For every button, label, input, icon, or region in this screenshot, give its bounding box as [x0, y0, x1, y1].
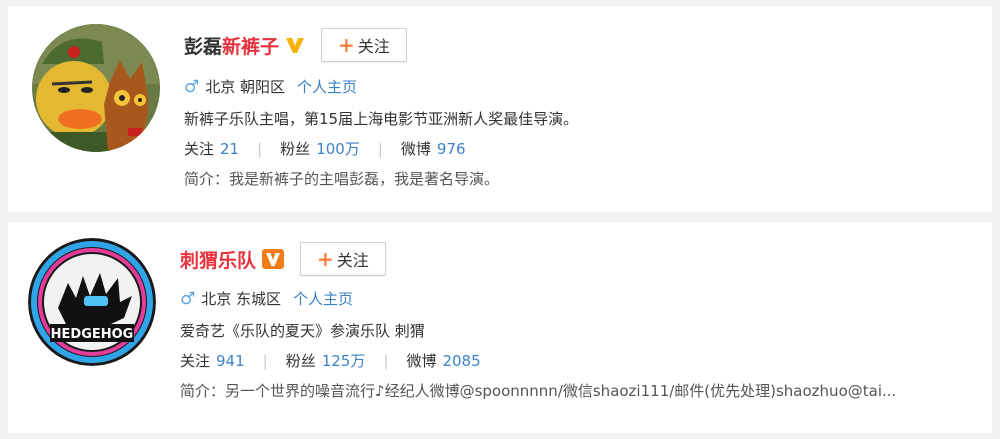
name-part-red: 刺猬乐队 — [180, 249, 257, 272]
homepage-link[interactable]: 个人主页 — [297, 76, 357, 97]
divider: | — [377, 140, 383, 158]
homepage-link[interactable]: 个人主页 — [293, 288, 353, 309]
male-icon: ♂ — [184, 76, 200, 97]
bio-label: 简介： — [180, 382, 226, 400]
male-icon: ♂ — [180, 288, 196, 309]
location: 北京 朝阳区 — [205, 78, 286, 96]
fans-label: 粉丝 — [280, 140, 311, 158]
weibo-label: 微博 — [400, 140, 431, 158]
weibo-count[interactable]: 2085 — [442, 352, 480, 370]
avatar-logo-text: HEDGEHOG — [51, 327, 134, 342]
avatar-image: HEDGEHOG — [28, 238, 156, 366]
name-row: 彭磊新裤子 + 关注 — [184, 28, 407, 62]
verified-v-icon[interactable] — [262, 249, 285, 269]
divider: | — [262, 352, 268, 370]
follow-button[interactable]: + 关注 — [300, 242, 386, 276]
avatar[interactable] — [32, 24, 160, 152]
follow-label: 关注 — [357, 37, 390, 56]
location-row: ♂ 北京 朝阳区 个人主页 — [184, 76, 357, 97]
name-part-red: 新裤子 — [222, 35, 280, 58]
user-card-penglei: 彭磊新裤子 + 关注 ♂ 北京 朝阳区 个人主页 新裤子乐队主唱，第15届上海电影… — [8, 6, 992, 212]
location: 北京 东城区 — [201, 290, 282, 308]
following-label: 关注 — [184, 140, 215, 158]
bio-row: 简介：我是新裤子的主唱彭磊，我是著名导演。 — [184, 168, 499, 189]
plus-icon: + — [317, 247, 334, 271]
following-count[interactable]: 941 — [216, 352, 245, 370]
name-row: 刺猬乐队 + 关注 — [180, 242, 386, 276]
divider: | — [257, 140, 263, 158]
weibo-label: 微博 — [406, 352, 437, 370]
verified-description: 爱奇艺《乐队的夏天》参演乐队 刺猬 — [180, 322, 425, 340]
divider: | — [383, 352, 389, 370]
following-count[interactable]: 21 — [220, 140, 239, 158]
location-row: ♂ 北京 东城区 个人主页 — [180, 288, 353, 309]
user-name[interactable]: 彭磊新裤子 — [184, 32, 279, 59]
fans-label: 粉丝 — [285, 352, 316, 370]
bio-label: 简介： — [184, 170, 230, 188]
following-label: 关注 — [180, 352, 211, 370]
verified-v-icon[interactable] — [285, 36, 305, 54]
avatar-image — [32, 24, 160, 152]
weibo-count[interactable]: 976 — [437, 140, 466, 158]
user-name[interactable]: 刺猬乐队 — [180, 246, 256, 273]
stats-row: 关注 941 | 粉丝 125万 | 微博 2085 — [180, 350, 481, 371]
bio-row: 简介：另一个世界的噪音流行♪经纪人微博@spoonnnnn/微信shaozi11… — [180, 380, 896, 401]
fans-count[interactable]: 100万 — [316, 140, 360, 158]
user-card-hedgehog: HEDGEHOG 刺猬乐队 + 关注 ♂ 北京 东城区 个人主页 爱奇艺《乐队的夏… — [8, 222, 992, 433]
follow-button[interactable]: + 关注 — [321, 28, 407, 62]
fans-count[interactable]: 125万 — [322, 352, 366, 370]
bio-text: 另一个世界的噪音流行♪经纪人微博@spoonnnnn/微信shaozi111/邮… — [225, 382, 897, 400]
bio-text: 我是新裤子的主唱彭磊，我是著名导演。 — [229, 170, 500, 188]
follow-label: 关注 — [336, 251, 369, 270]
name-part: 彭磊 — [184, 35, 223, 58]
verified-description: 新裤子乐队主唱，第15届上海电影节亚洲新人奖最佳导演。 — [184, 110, 579, 128]
stats-row: 关注 21 | 粉丝 100万 | 微博 976 — [184, 138, 466, 159]
plus-icon: + — [338, 33, 355, 57]
avatar[interactable]: HEDGEHOG — [28, 238, 156, 366]
